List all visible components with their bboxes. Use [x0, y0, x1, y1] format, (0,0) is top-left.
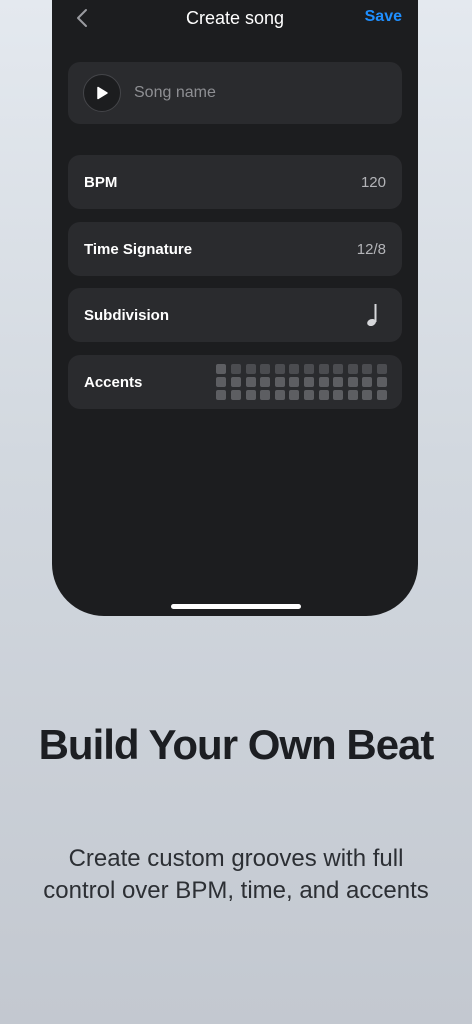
time-signature-row[interactable]: Time Signature 12/8: [68, 222, 402, 276]
page-title: Create song: [185, 8, 285, 28]
accent-cell[interactable]: [318, 364, 329, 374]
accent-cell[interactable]: [362, 377, 373, 387]
accent-cell[interactable]: [231, 377, 242, 387]
play-icon: [97, 86, 108, 100]
promo-subtext: Create custom grooves with full control …: [43, 845, 429, 904]
accent-cell[interactable]: [333, 377, 344, 387]
subdivision-label: Subdivision: [84, 307, 170, 324]
accent-cell[interactable]: [245, 377, 256, 387]
bpm-label: BPM: [84, 174, 118, 191]
accents-row[interactable]: Accents: [68, 355, 402, 409]
accent-cell[interactable]: [216, 377, 227, 387]
accent-cell[interactable]: [304, 390, 315, 400]
accent-cell[interactable]: [274, 390, 285, 400]
time-signature-value: 12/8: [356, 241, 386, 258]
accent-cell[interactable]: [377, 377, 387, 387]
accent-cell[interactable]: [318, 390, 329, 400]
bpm-row[interactable]: BPM 120: [68, 155, 402, 209]
accent-cell[interactable]: [231, 390, 242, 400]
accent-cell[interactable]: [333, 364, 344, 374]
accent-cell[interactable]: [362, 390, 373, 400]
song-name-input[interactable]: [134, 78, 384, 108]
accent-cell[interactable]: [245, 390, 256, 400]
phone-mockup: Create song Save BPM 120 Time Signature …: [52, 0, 418, 616]
time-signature-label: Time Signature: [84, 241, 193, 258]
accent-cell[interactable]: [231, 364, 242, 374]
home-indicator: [171, 604, 301, 609]
accent-cell[interactable]: [318, 377, 329, 387]
accent-cell[interactable]: [347, 364, 358, 374]
play-button[interactable]: [83, 74, 121, 112]
accent-cell[interactable]: [362, 364, 373, 374]
accent-cell[interactable]: [274, 377, 285, 387]
subdivision-row[interactable]: Subdivision: [68, 288, 402, 342]
accent-cell[interactable]: [245, 364, 256, 374]
accent-cell[interactable]: [377, 364, 387, 374]
accent-pattern-grid[interactable]: [216, 364, 387, 400]
accent-cell[interactable]: [333, 390, 344, 400]
accent-cell[interactable]: [216, 390, 227, 400]
save-button[interactable]: Save: [365, 8, 402, 26]
accent-cell[interactable]: [289, 377, 300, 387]
accent-cell[interactable]: [377, 390, 387, 400]
song-name-card: [68, 62, 402, 124]
accent-cell[interactable]: [289, 364, 300, 374]
quarter-note-icon: [367, 304, 377, 327]
bpm-value: 120: [360, 174, 386, 191]
accent-cell[interactable]: [347, 377, 358, 387]
accent-cell[interactable]: [260, 364, 271, 374]
accent-cell[interactable]: [304, 377, 315, 387]
accent-cell[interactable]: [260, 377, 271, 387]
accent-cell[interactable]: [289, 390, 300, 400]
accent-cell[interactable]: [304, 364, 315, 374]
accents-label: Accents: [84, 374, 143, 391]
promo-headline: Build Your Own Beat: [38, 721, 435, 768]
accent-cell[interactable]: [260, 390, 271, 400]
accent-cell[interactable]: [274, 364, 285, 374]
nav-bar: Create song Save: [52, 0, 418, 36]
accent-cell[interactable]: [347, 390, 358, 400]
accent-cell[interactable]: [216, 364, 227, 374]
